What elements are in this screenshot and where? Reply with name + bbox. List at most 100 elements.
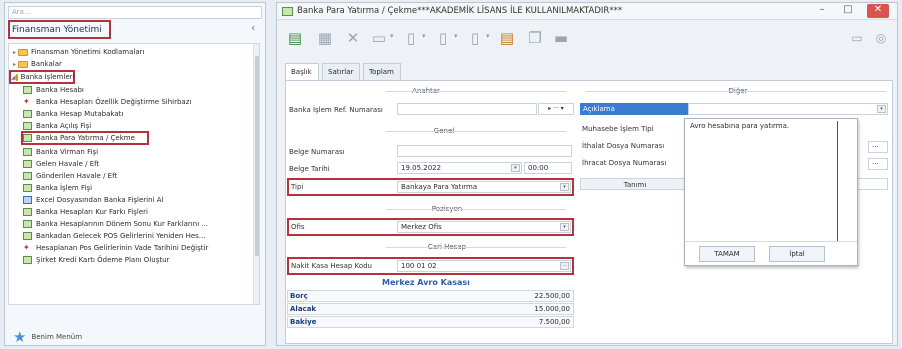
alacak-value: 15.000,00 bbox=[534, 305, 570, 313]
description-popup: Avro hesabına para yatırma. TAMAM İptal bbox=[684, 118, 858, 266]
ok-button[interactable]: TAMAM bbox=[699, 246, 755, 262]
aciklama-input[interactable]: ▾ bbox=[688, 103, 888, 115]
folder-tools-icon[interactable]: ▤ bbox=[497, 28, 517, 48]
aciklama-label[interactable]: Açıklama bbox=[580, 103, 688, 115]
tree-item-ozellik-sihirbazi[interactable]: ✦ Banka Hesapları Özellik Değiştirme Sihi… bbox=[23, 96, 259, 108]
tree-item-gelen-havale[interactable]: Gelen Havale / Eft bbox=[23, 158, 259, 170]
tree-item-finansman-kodlamalari[interactable]: ▸ Finansman Yönetimi Kodlamaları bbox=[11, 46, 255, 58]
ihracat-lookup[interactable]: ··· bbox=[868, 158, 888, 170]
borc-value: 22.500,00 bbox=[534, 292, 570, 300]
tree-item-para-yatirma-cekme[interactable]: Banka Para Yatırma / Çekme bbox=[21, 131, 149, 145]
tree-item-pos-vade[interactable]: ✦ Hesaplanan Pos Gelirlerinin Vade Tarihi… bbox=[23, 242, 259, 254]
ithalat-lookup[interactable]: ··· bbox=[868, 141, 888, 153]
tree-item-gonderilen-havale[interactable]: Gönderilen Havale / Eft bbox=[23, 170, 259, 182]
borc-label: Borç bbox=[290, 292, 308, 300]
belge-no-label: Belge Numarası bbox=[289, 148, 345, 156]
binoculars-icon[interactable]: ◎ bbox=[871, 28, 891, 48]
divider bbox=[386, 131, 566, 132]
disk-icon[interactable]: ▦ bbox=[315, 28, 335, 48]
chevron-down-icon[interactable]: ▾ bbox=[560, 223, 569, 231]
navigation-panel: Ara... Finansman Yönetimi ‹ ▸ Finansman Y… bbox=[4, 2, 266, 346]
document-icon[interactable]: ▯ bbox=[433, 28, 453, 48]
form-icon bbox=[23, 220, 32, 228]
close-button[interactable]: ✕ bbox=[867, 4, 889, 18]
form-icon bbox=[23, 160, 32, 168]
list-icon[interactable]: ▯ bbox=[465, 28, 485, 48]
report-icon[interactable]: ▯ bbox=[401, 28, 421, 48]
form-icon bbox=[23, 134, 32, 142]
form-icon bbox=[23, 172, 32, 180]
save-icon[interactable]: ▤ bbox=[285, 28, 305, 48]
divider bbox=[386, 209, 566, 210]
tab-satirlar[interactable]: Satırlar bbox=[322, 63, 360, 80]
form-icon bbox=[23, 86, 32, 94]
kasa-code-input[interactable]: 100 01 02 ··· bbox=[397, 260, 571, 272]
belge-saat-input[interactable]: 00:00 bbox=[524, 162, 572, 174]
dropdown-icon[interactable]: ▾ bbox=[390, 32, 394, 40]
keyboard-icon[interactable]: ▭ bbox=[847, 28, 867, 48]
ref-lookup-buttons[interactable]: ▸ ··· ▾ bbox=[538, 103, 574, 115]
tab-toplam[interactable]: Toplam bbox=[363, 63, 401, 80]
tree-scrollbar[interactable] bbox=[253, 44, 259, 304]
form-icon bbox=[23, 232, 32, 240]
description-textarea[interactable]: Avro hesabına para yatırma. bbox=[688, 121, 838, 241]
print-icon[interactable]: ▭ bbox=[369, 28, 389, 48]
cancel-button[interactable]: İptal bbox=[769, 246, 825, 262]
tree-item-islem-fisi[interactable]: Banka İşlem Fişi bbox=[23, 182, 259, 194]
tree-item-donem-sonu-kur[interactable]: Banka Hesaplarının Dönem Sonu Kur Farkla… bbox=[23, 218, 259, 230]
wizard-icon: ✦ bbox=[23, 243, 30, 252]
tree-item-kur-farki-fisleri[interactable]: Banka Hesapları Kur Farkı Fişleri bbox=[23, 206, 259, 218]
tree-item-virman-fisi[interactable]: Banka Virman Fişi bbox=[23, 146, 259, 158]
folder-icon[interactable]: ▬ bbox=[551, 28, 571, 48]
tree-item-pos-gelirleri[interactable]: Bankadan Gelecek POS Gelirlerini Yeniden… bbox=[23, 230, 259, 242]
belge-tarihi-input[interactable]: 19.05.2022 ▾ bbox=[397, 162, 522, 174]
tipi-select[interactable]: Bankaya Para Yatırma ▾ bbox=[397, 181, 571, 193]
toolbar: ▤ ▦ ✕ ▭ ▾ ▯ ▾ ▯ ▾ ▯ ▾ ▤ ❐ ▬ ▭ ◎ bbox=[277, 24, 897, 54]
title-bar: Banka Para Yatırma / Çekme***AKADEMİK Lİ… bbox=[277, 3, 897, 20]
belge-tarihi-label: Belge Tarihi bbox=[289, 165, 330, 173]
tab-baslik[interactable]: Başlık bbox=[285, 63, 319, 81]
tree-item-excel-import[interactable]: Excel Dosyasından Banka Fişlerini Al bbox=[23, 194, 259, 206]
dropdown-icon[interactable]: ▾ bbox=[486, 32, 490, 40]
chevron-left-icon[interactable]: ‹ bbox=[251, 21, 255, 34]
window-title: Banka Para Yatırma / Çekme***AKADEMİK Lİ… bbox=[297, 6, 623, 16]
expand-icon[interactable]: ▸ bbox=[11, 49, 18, 56]
muhasebe-label: Muhasebe İşlem Tipi bbox=[582, 125, 654, 133]
lookup-icon[interactable]: ··· bbox=[560, 262, 569, 270]
wizard-icon: ✦ bbox=[23, 97, 30, 106]
kasa-code-label: Nakit Kasa Hesap Kodu bbox=[291, 262, 372, 270]
divider bbox=[386, 91, 566, 92]
ref-number-input[interactable] bbox=[397, 103, 537, 115]
kasa-name: Merkez Avro Kasası bbox=[382, 278, 470, 287]
divider bbox=[685, 241, 857, 242]
tree-item-banka-hesabi[interactable]: Banka Hesabı bbox=[23, 84, 259, 96]
expand-icon[interactable]: ▸ bbox=[11, 61, 18, 68]
scroll-thumb[interactable] bbox=[255, 56, 259, 256]
minimize-button[interactable]: – bbox=[811, 4, 833, 18]
tree-item-hesap-mutabakati[interactable]: Banka Hesap Mutabakatı bbox=[23, 108, 259, 120]
tree-item-banka-islemleri[interactable]: ◢ Banka İşlemleri bbox=[9, 70, 75, 84]
menu-tree: ▸ Finansman Yönetimi Kodlamaları ▸ Bankala… bbox=[8, 43, 260, 305]
search-input[interactable]: Ara... bbox=[8, 6, 262, 19]
collapse-icon[interactable]: ◢ bbox=[11, 74, 16, 81]
tipi-label: Tipi bbox=[291, 183, 304, 191]
document-window: Banka Para Yatırma / Çekme***AKADEMİK Lİ… bbox=[276, 2, 898, 346]
ofis-select[interactable]: Merkez Ofis ▾ bbox=[397, 221, 571, 233]
tanimi-header[interactable]: Tanımı bbox=[580, 178, 690, 190]
tree-item-bankalar[interactable]: ▸ Bankalar bbox=[11, 58, 255, 70]
favorites-button[interactable]: ★ Benim Menüm bbox=[13, 328, 82, 346]
form-icon bbox=[23, 184, 32, 192]
tree-item-kredi-karti-plan[interactable]: Şirket Kredi Kartı Ödeme Planı Oluştur bbox=[23, 254, 259, 266]
dropdown-icon[interactable]: ▾ bbox=[454, 32, 458, 40]
chevron-down-icon[interactable]: ▾ bbox=[560, 183, 569, 191]
calendar-dropdown-icon[interactable]: ▾ bbox=[511, 164, 520, 172]
ref-number-label: Banka İşlem Ref. Numarası bbox=[289, 106, 383, 114]
section-title[interactable]: Finansman Yönetimi bbox=[8, 20, 111, 39]
belge-no-input[interactable] bbox=[397, 145, 572, 157]
delete-icon[interactable]: ✕ bbox=[343, 28, 363, 48]
copy-icon[interactable]: ❐ bbox=[525, 28, 545, 48]
chevron-down-icon[interactable]: ▾ bbox=[877, 105, 886, 113]
dropdown-icon[interactable]: ▾ bbox=[422, 32, 426, 40]
excel-icon bbox=[23, 196, 32, 204]
maximize-button[interactable]: □ bbox=[837, 4, 859, 18]
